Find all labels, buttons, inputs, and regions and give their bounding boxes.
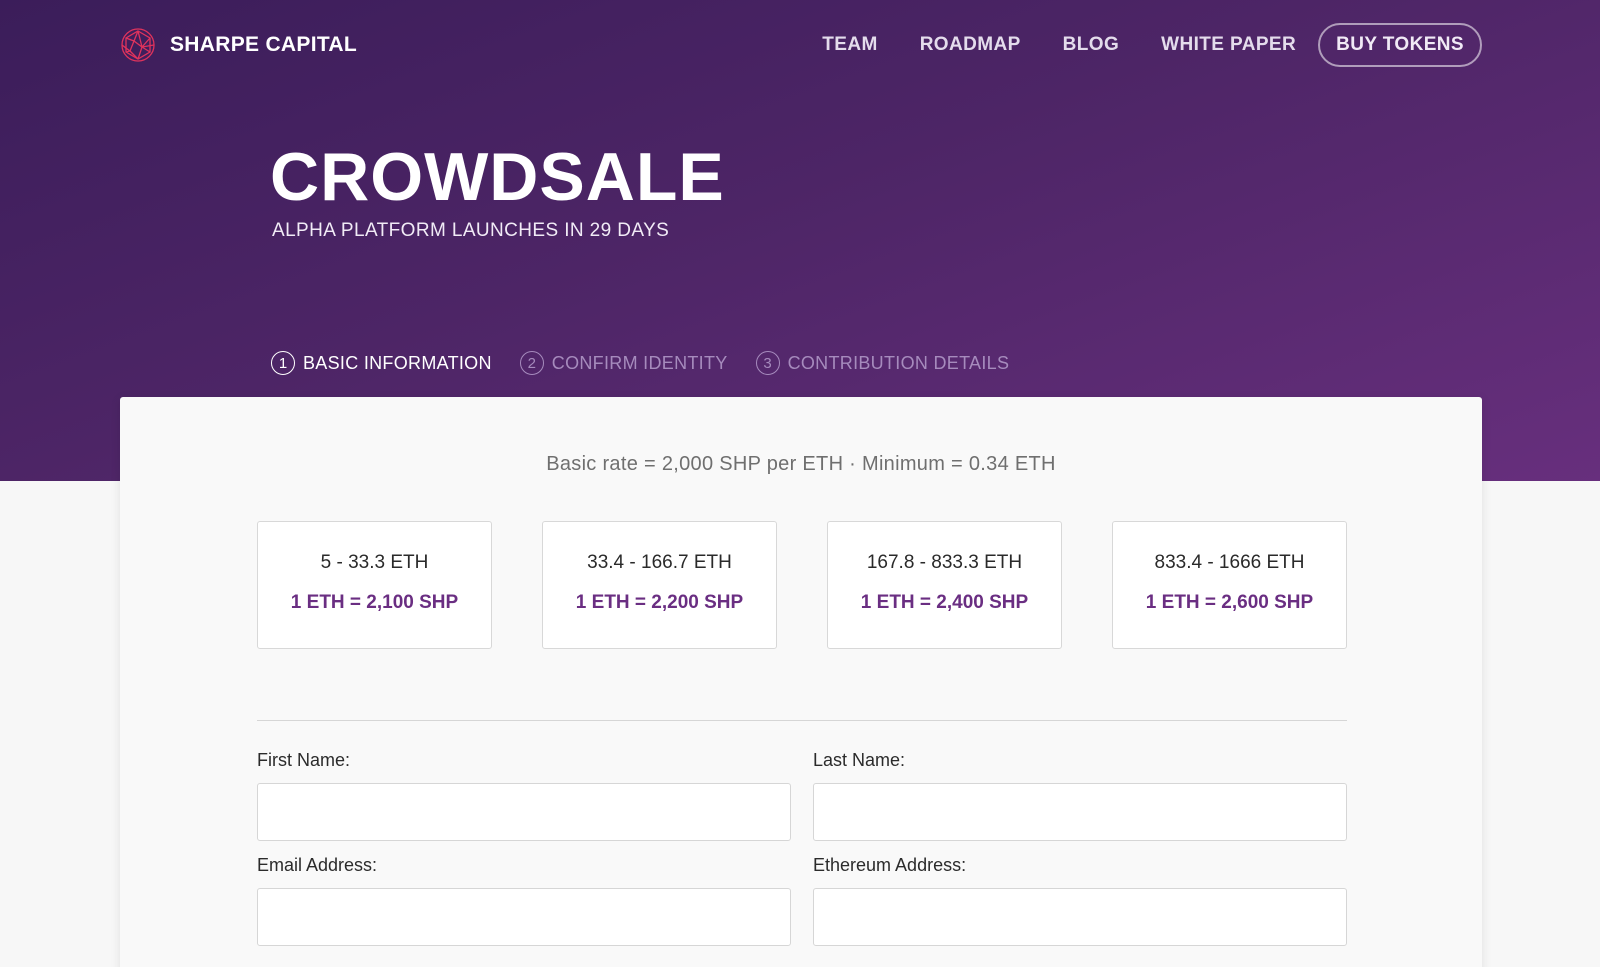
email-input[interactable] <box>257 888 791 946</box>
step-label: BASIC INFORMATION <box>303 352 492 373</box>
tier-range: 5 - 33.3 ETH <box>320 552 429 573</box>
step-number: 2 <box>519 351 544 375</box>
nav-link-white-paper[interactable]: WHITE PAPER <box>1161 34 1296 56</box>
bonus-tiers: 5 - 33.3 ETH 1 ETH = 2,100 SHP 33.4 - 16… <box>257 521 1347 649</box>
email-label: Email Address: <box>257 855 378 875</box>
nav-link-roadmap[interactable]: ROADMAP <box>920 34 1021 56</box>
page-title: CROWDSALE <box>270 139 725 215</box>
step-contribution-details[interactable]: 3 CONTRIBUTION DETAILS <box>755 351 1010 375</box>
first-name-label: First Name: <box>257 750 351 770</box>
page-subtitle: ALPHA PLATFORM LAUNCHES IN 29 DAYS <box>272 220 670 241</box>
ethereum-address-input[interactable] <box>813 888 1347 946</box>
nav-link-blog[interactable]: BLOG <box>1063 34 1120 56</box>
tier-rate: 1 ETH = 2,100 SHP <box>290 592 459 613</box>
step-number: 1 <box>271 351 295 375</box>
nav-links: TEAM ROADMAP BLOG WHITE PAPER BUY TOKENS <box>780 23 1482 67</box>
last-name-input[interactable] <box>813 783 1347 841</box>
top-nav: SHARPE CAPITAL TEAM ROADMAP BLOG WHITE P… <box>120 22 1482 68</box>
tier-card: 5 - 33.3 ETH 1 ETH = 2,100 SHP <box>257 521 492 649</box>
buy-tokens-button[interactable]: BUY TOKENS <box>1318 23 1482 67</box>
step-basic-information[interactable]: 1 BASIC INFORMATION <box>271 351 492 375</box>
tier-card: 33.4 - 166.7 ETH 1 ETH = 2,200 SHP <box>542 521 777 649</box>
step-indicator: 1 BASIC INFORMATION 2 CONFIRM IDENTITY 3… <box>271 351 1037 375</box>
tier-range: 833.4 - 1666 ETH <box>1154 552 1305 573</box>
tier-rate: 1 ETH = 2,200 SHP <box>575 592 744 613</box>
crowdsale-form-card: Basic rate = 2,000 SHP per ETH · Minimum… <box>120 397 1482 967</box>
geodesic-globe-icon <box>121 28 155 62</box>
step-number: 3 <box>755 351 780 375</box>
first-name-input[interactable] <box>257 783 791 841</box>
tier-range: 33.4 - 166.7 ETH <box>587 552 732 573</box>
tier-card: 833.4 - 1666 ETH 1 ETH = 2,600 SHP <box>1112 521 1347 649</box>
section-divider <box>257 720 1347 721</box>
brand[interactable]: SHARPE CAPITAL <box>120 27 357 63</box>
step-label: CONFIRM IDENTITY <box>551 352 728 373</box>
tier-rate: 1 ETH = 2,600 SHP <box>1145 592 1314 613</box>
tier-card: 167.8 - 833.3 ETH 1 ETH = 2,400 SHP <box>827 521 1062 649</box>
last-name-label: Last Name: <box>813 750 906 770</box>
tier-rate: 1 ETH = 2,400 SHP <box>860 592 1029 613</box>
nav-link-team[interactable]: TEAM <box>822 34 877 56</box>
step-confirm-identity[interactable]: 2 CONFIRM IDENTITY <box>519 351 728 375</box>
ethereum-address-label: Ethereum Address: <box>813 855 967 875</box>
rate-summary: Basic rate = 2,000 SHP per ETH · Minimum… <box>546 453 1056 475</box>
step-label: CONTRIBUTION DETAILS <box>787 352 1010 373</box>
tier-range: 167.8 - 833.3 ETH <box>866 552 1023 573</box>
brand-name: SHARPE CAPITAL <box>170 33 357 56</box>
